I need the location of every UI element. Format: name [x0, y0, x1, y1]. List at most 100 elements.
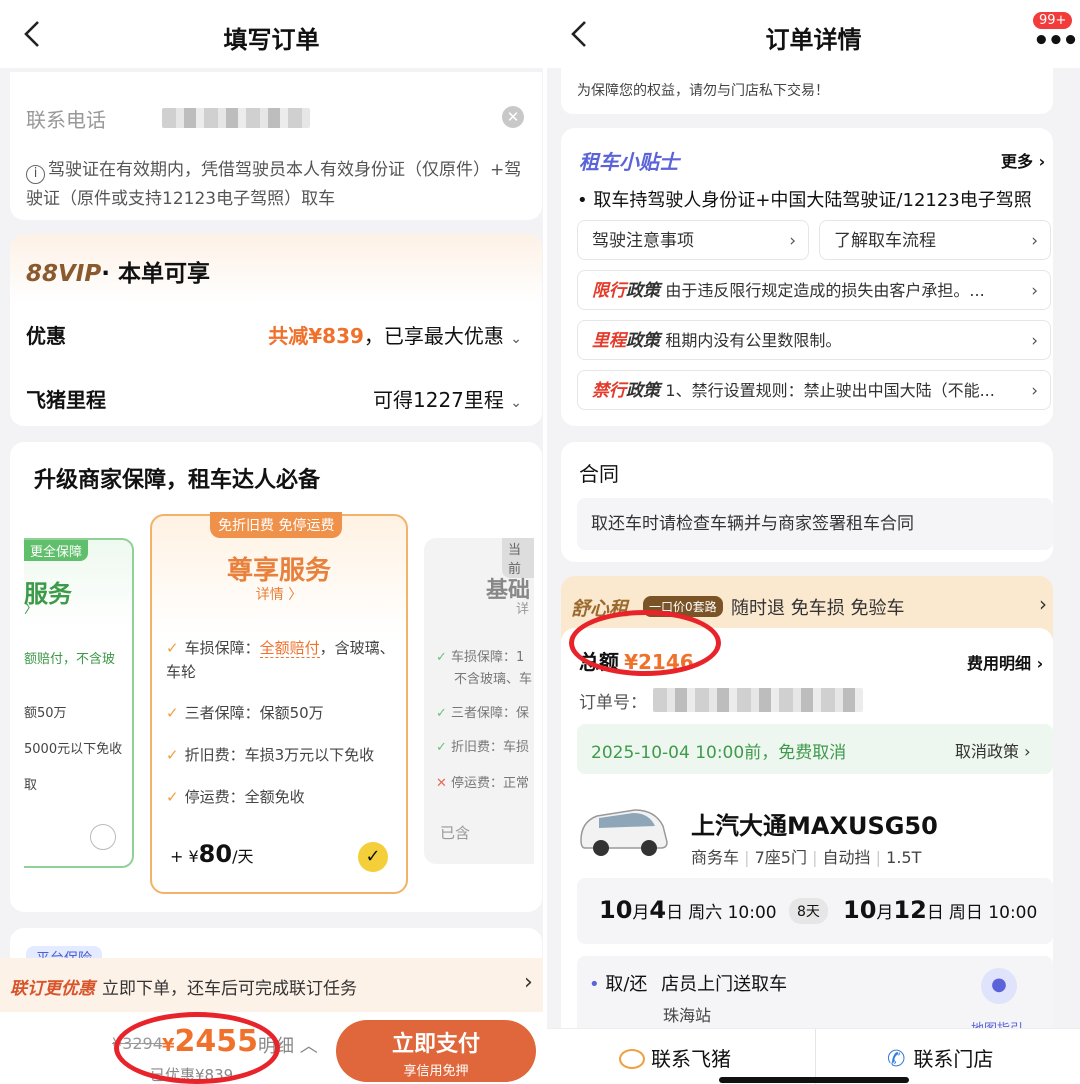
top-bar: 订单详情 ••• 99+ [547, 0, 1080, 68]
plan-left-radio[interactable] [90, 824, 116, 850]
promo-bar[interactable]: 联订更优惠 立即下单，还车后可完成联订任务 › [0, 958, 543, 1012]
plan-item: ✓ 三者保障：保额50万 [166, 702, 324, 723]
chevron-down-icon: ⌄ [510, 395, 522, 411]
tips-card: 租车小贴士 更多 › • 取车持驾驶人身份证+中国大陆驾驶证/12123电子驾照… [561, 128, 1053, 426]
plan-basic-item: 不含玻璃、车 [454, 672, 533, 687]
plan-price-value: 80 [198, 840, 233, 868]
plan-item: ✓ 折旧费：车损3万元以下免收 [166, 744, 374, 765]
map-pin-icon[interactable]: ● [981, 968, 1017, 1004]
policy-tag: 禁行政策 [592, 381, 660, 401]
station-name: 珠海站 [663, 1006, 712, 1025]
plan-basic-item-text: 车损保障：1 [451, 650, 525, 665]
plan-item-highlight: 全额赔付 [259, 639, 320, 658]
order-number-label: 订单号： [579, 693, 647, 713]
fee-detail-label: 费用明细 [967, 654, 1032, 673]
chevron-right-icon: › [1031, 381, 1038, 401]
plan-basic-item-text: 折旧费：车损 [451, 740, 530, 755]
pay-button-label: 立即支付 [391, 1032, 480, 1057]
plan-basic-item: ✕ 停运费：正常 [436, 776, 530, 791]
top-bar: 填写订单 [0, 0, 543, 68]
discount-label: 优惠 [26, 324, 66, 348]
pickup-mode-text: 店员上门送取车 [661, 974, 788, 995]
plan-premium-detail[interactable]: 详情 〉 [152, 584, 406, 604]
chevron-right-icon: › [789, 231, 796, 251]
contract-title: 合同 [579, 462, 619, 486]
plan-item-highlight: 车损3万元以下免收 [244, 746, 375, 764]
order-info-card: 总额 ¥2146 费用明细 › 订单号： 2025-10-04 10:00前，免… [561, 610, 1053, 1084]
upgrade-card: 升级商家保障，租车达人必备 更全保障 服务 〉 额赔付，不含玻 额50万 500… [10, 442, 542, 912]
pay-button[interactable]: 立即支付 享信用免押 [336, 1020, 536, 1082]
vip-title: 88VIP· 本单可享 [26, 254, 210, 288]
notification-badge: 99+ [1033, 12, 1073, 29]
plan-left-detail-icon: 〉 [24, 601, 38, 617]
plan-price-unit: /天 [232, 847, 254, 866]
vip-logo: 88VIP [26, 261, 102, 287]
policy-text: 1、禁行设置规则：禁止驶出中国大陆（不能... [665, 381, 995, 400]
cancel-policy-link[interactable]: 取消政策 › [955, 738, 1031, 762]
tip-bullet-text: 取车持驾驶人身份证+中国大陆驾驶证/12123电子驾照 [593, 190, 1032, 211]
link-label: 驾驶注意事项 [592, 231, 694, 251]
plan-basic-item: ✓ 车损保障：1 [436, 650, 525, 665]
plan-item-highlight: 全额免收 [244, 788, 305, 806]
chevron-right-icon: › [1031, 331, 1038, 351]
plan-left-item: 额50万 [24, 706, 67, 721]
cancel-note: 2025-10-04 10:00前，免费取消 [591, 743, 847, 763]
selected-check-icon[interactable]: ✓ [358, 842, 388, 872]
link-driving-notes[interactable]: 驾驶注意事项 › [577, 220, 809, 260]
highlight-circle [569, 610, 721, 676]
policy-row[interactable]: 里程政策 租期内没有公里数限制。 › [577, 320, 1051, 360]
pickup-mode-label: 取/还 [605, 974, 648, 995]
rental-dates: 10月4日 周六 10:00 8天 10月12日 周日 10:00 [577, 878, 1053, 944]
policy-text: 租期内没有公里数限制。 [665, 331, 842, 350]
discount-value: 共减¥839 [268, 324, 364, 348]
check-icon: ✓ [166, 746, 179, 764]
contact-store-button[interactable]: ✆ 联系门店 [887, 1043, 993, 1072]
clear-icon[interactable]: ✕ [502, 106, 524, 128]
plan-item-label: 折旧费： [184, 746, 245, 764]
warning-card: 为保障您的权益，请勿与门店私下交易！ [561, 68, 1053, 114]
contact-phone-value[interactable] [162, 108, 310, 128]
plan-left-item: 5000元以下免收 [24, 742, 123, 757]
pickup-mode-box: • 取/还 店员上门送取车 珠海站 ● 地图指引 [577, 956, 1053, 1036]
order-number-value [653, 688, 863, 712]
link-pickup-flow[interactable]: 了解取车流程 › [819, 220, 1051, 260]
check-icon: ✓ [166, 639, 179, 657]
more-menu-icon[interactable]: ••• [1033, 26, 1079, 56]
plan-basic-item-text: 停运费：正常 [451, 776, 530, 791]
plan-basic-item: ✓ 三者保障：保 [436, 706, 530, 721]
discount-note: ，已享最大优惠 [363, 324, 504, 348]
plan-left-item: 取 [24, 778, 38, 793]
check-icon: ✓ [166, 704, 179, 722]
plan-item-label: 车损保障： [184, 639, 260, 657]
policy-row[interactable]: 禁行政策 1、禁行设置规则：禁止驶出中国大陆（不能... › [577, 370, 1051, 410]
car-image [580, 809, 668, 856]
mileage-label: 飞猪里程 [26, 388, 106, 412]
check-icon: ✓ [166, 788, 179, 806]
chevron-right-icon: › [1039, 592, 1047, 616]
plan-item-highlight: 保额50万 [259, 704, 324, 722]
chevron-right-icon: › [524, 970, 533, 995]
plan-left[interactable]: 更全保障 服务 〉 额赔付，不含玻 额50万 5000元以下免收 取 [24, 538, 134, 868]
car-name: 上汽大通MAXUSG50 [691, 812, 938, 840]
plan-premium[interactable]: 免折旧费 免停运费 尊享服务 详情 〉 ✓ 车损保障：全额赔付，含玻璃、车轮 ✓ 三… [150, 512, 408, 894]
cancel-note-box[interactable]: 2025-10-04 10:00前，免费取消 取消政策 › [577, 724, 1053, 774]
order-detail-screen: 订单详情 ••• 99+ 为保障您的权益，请勿与门店私下交易！ 租车小贴士 更多… [547, 0, 1080, 1084]
contact-fliggy-button[interactable]: 联系飞猪 [619, 1043, 731, 1072]
chevron-up-icon: ︿ [299, 1036, 318, 1057]
plan-basic[interactable]: 当前 基础 详 ✓ 车损保障：1 不含玻璃、车 ✓ 三者保障：保 ✓ 折旧费：车… [424, 538, 534, 864]
tips-more-link[interactable]: 更多 › [1001, 148, 1045, 172]
plan-basic-detail: 详 [516, 602, 530, 617]
fee-detail-link[interactable]: 费用明细 › [967, 650, 1043, 674]
pickup-mode: • 取/还 店员上门送取车 [589, 974, 788, 995]
promo-text: 立即下单，还车后可完成联订任务 [102, 979, 357, 999]
policy-row[interactable]: 限行政策 由于违反限行规定造成的损失由客户承担。... › [577, 270, 1051, 310]
license-note-text: 驾驶证在有效期内，凭借驾驶员本人有效身份证（仅原件）+驾驶证（原件或支持1212… [26, 160, 522, 209]
discount-row[interactable]: 共减¥839，已享最大优惠 ⌄ [268, 320, 522, 349]
plan-left-badge: 更全保障 [24, 540, 89, 561]
promo-tag: 联订更优惠 [10, 979, 95, 999]
return-date: 10月12日 周日 10:00 [843, 896, 1038, 924]
vip-card: 88VIP· 本单可享 优惠 共减¥839，已享最大优惠 ⌄ 飞猪里程 可得12… [10, 234, 542, 426]
mileage-row[interactable]: 可得1227里程 ⌄ [373, 384, 522, 413]
car-specs: 商务车 | 7座5门 | 自动挡 | 1.5T [691, 848, 922, 867]
return-time: 周日 10:00 [948, 903, 1038, 923]
